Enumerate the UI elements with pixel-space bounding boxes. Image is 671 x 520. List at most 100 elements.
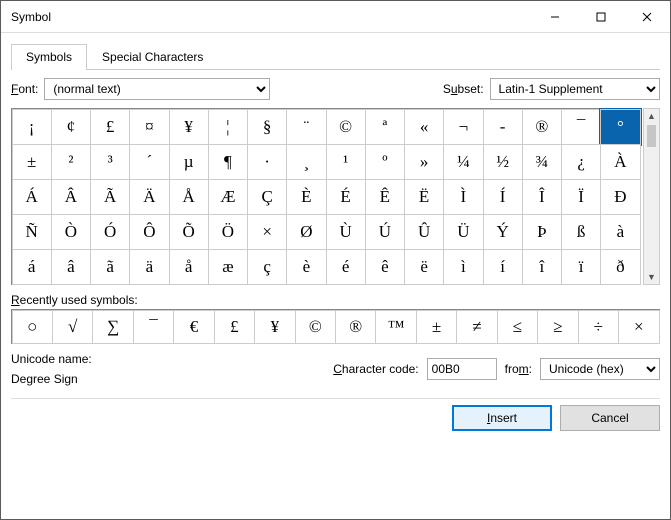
symbol-cell[interactable]: Ï [561,179,601,215]
recent-cell[interactable]: ® [335,310,376,344]
symbol-cell[interactable]: Õ [169,214,209,250]
grid-scrollbar[interactable]: ▲ ▼ [643,108,660,285]
symbol-cell[interactable]: Ã [90,179,130,215]
symbol-cell[interactable]: ¨ [286,109,326,145]
symbol-cell[interactable]: Ô [129,214,169,250]
symbol-cell[interactable]: × [247,214,287,250]
maximize-button[interactable] [578,1,624,33]
scroll-up-icon[interactable]: ▲ [647,109,656,123]
symbol-cell[interactable]: - [483,109,523,145]
symbol-cell[interactable]: à [600,214,640,250]
symbol-cell[interactable]: Á [12,179,52,215]
symbol-cell[interactable]: í [483,249,523,285]
recent-cell[interactable]: ≤ [497,310,538,344]
symbol-cell[interactable]: æ [208,249,248,285]
tab-symbols[interactable]: Symbols [11,44,87,70]
recent-cell[interactable]: £ [214,310,255,344]
symbol-cell[interactable]: µ [169,144,209,180]
symbol-cell[interactable]: » [404,144,444,180]
symbol-cell[interactable]: ± [12,144,52,180]
recent-cell[interactable]: √ [52,310,93,344]
symbol-cell[interactable]: Ê [365,179,405,215]
symbol-cell[interactable]: Ö [208,214,248,250]
recent-cell[interactable]: ± [416,310,457,344]
recent-cell[interactable]: ≥ [537,310,578,344]
symbol-cell[interactable]: ² [51,144,91,180]
close-button[interactable] [624,1,670,33]
symbol-cell[interactable]: ¬ [443,109,483,145]
symbol-cell[interactable]: ¸ [286,144,326,180]
insert-button[interactable]: Insert [452,405,552,431]
symbol-cell[interactable]: ê [365,249,405,285]
symbol-cell[interactable]: ¡ [12,109,52,145]
symbol-grid[interactable]: ¡¢£¤¥¦§¨©ª«¬-®¯°±²³´µ¶·¸¹º»¼½¾¿ÀÁÂÃÄÅÆÇÈ… [11,108,641,285]
recent-cell[interactable]: € [173,310,214,344]
symbol-cell[interactable]: á [12,249,52,285]
recent-cell[interactable]: ¯ [133,310,174,344]
symbol-cell[interactable]: ¶ [208,144,248,180]
symbol-cell[interactable]: Ú [365,214,405,250]
recent-cell[interactable]: ¥ [254,310,295,344]
symbol-cell[interactable]: À [600,144,640,180]
scroll-down-icon[interactable]: ▼ [644,270,659,284]
symbol-cell[interactable]: â [51,249,91,285]
symbol-cell[interactable]: ¾ [522,144,562,180]
symbol-cell[interactable]: É [326,179,366,215]
symbol-cell[interactable]: È [286,179,326,215]
symbol-cell[interactable]: § [247,109,287,145]
charcode-input[interactable] [427,358,497,380]
symbol-cell[interactable]: Þ [522,214,562,250]
recent-cell[interactable]: ÷ [578,310,619,344]
symbol-cell[interactable]: ³ [90,144,130,180]
symbol-cell[interactable]: å [169,249,209,285]
symbol-cell[interactable]: « [404,109,444,145]
font-select[interactable]: (normal text) [44,78,270,100]
minimize-button[interactable] [532,1,578,33]
symbol-cell[interactable]: ð [600,249,640,285]
symbol-cell[interactable]: ® [522,109,562,145]
symbol-cell[interactable]: ° [600,109,640,145]
recent-cell[interactable]: ™ [375,310,416,344]
symbol-cell[interactable]: ¤ [129,109,169,145]
recent-cell[interactable]: ≠ [456,310,497,344]
symbol-cell[interactable]: Ð [600,179,640,215]
symbol-cell[interactable]: Û [404,214,444,250]
recent-cell[interactable]: © [295,310,336,344]
symbol-cell[interactable]: Ø [286,214,326,250]
symbol-cell[interactable]: ß [561,214,601,250]
symbol-cell[interactable]: · [247,144,287,180]
symbol-cell[interactable]: ½ [483,144,523,180]
symbol-cell[interactable]: Ý [483,214,523,250]
symbol-cell[interactable]: ç [247,249,287,285]
symbol-cell[interactable]: ¯ [561,109,601,145]
symbol-cell[interactable]: è [286,249,326,285]
symbol-cell[interactable]: º [365,144,405,180]
symbol-cell[interactable]: ä [129,249,169,285]
symbol-cell[interactable]: Ä [129,179,169,215]
symbol-cell[interactable]: Ì [443,179,483,215]
from-select[interactable]: Unicode (hex) [540,358,660,380]
subset-select[interactable]: Latin-1 Supplement [490,78,660,100]
symbol-cell[interactable]: ¹ [326,144,366,180]
symbol-cell[interactable]: Ó [90,214,130,250]
symbol-cell[interactable]: Ü [443,214,483,250]
symbol-cell[interactable]: ì [443,249,483,285]
symbol-cell[interactable]: Ù [326,214,366,250]
symbol-cell[interactable]: ¥ [169,109,209,145]
scroll-thumb[interactable] [647,125,656,147]
recent-cell[interactable]: ∑ [92,310,133,344]
symbol-cell[interactable]: ª [365,109,405,145]
symbol-cell[interactable]: £ [90,109,130,145]
symbol-cell[interactable]: Â [51,179,91,215]
symbol-cell[interactable]: Ñ [12,214,52,250]
symbol-cell[interactable]: Æ [208,179,248,215]
recent-cell[interactable]: × [618,310,659,344]
symbol-cell[interactable]: Å [169,179,209,215]
tab-special-characters[interactable]: Special Characters [87,44,218,70]
symbol-cell[interactable]: ã [90,249,130,285]
symbol-cell[interactable]: Ò [51,214,91,250]
symbol-cell[interactable]: ¦ [208,109,248,145]
symbol-cell[interactable]: î [522,249,562,285]
symbol-cell[interactable]: é [326,249,366,285]
symbol-cell[interactable]: ¢ [51,109,91,145]
